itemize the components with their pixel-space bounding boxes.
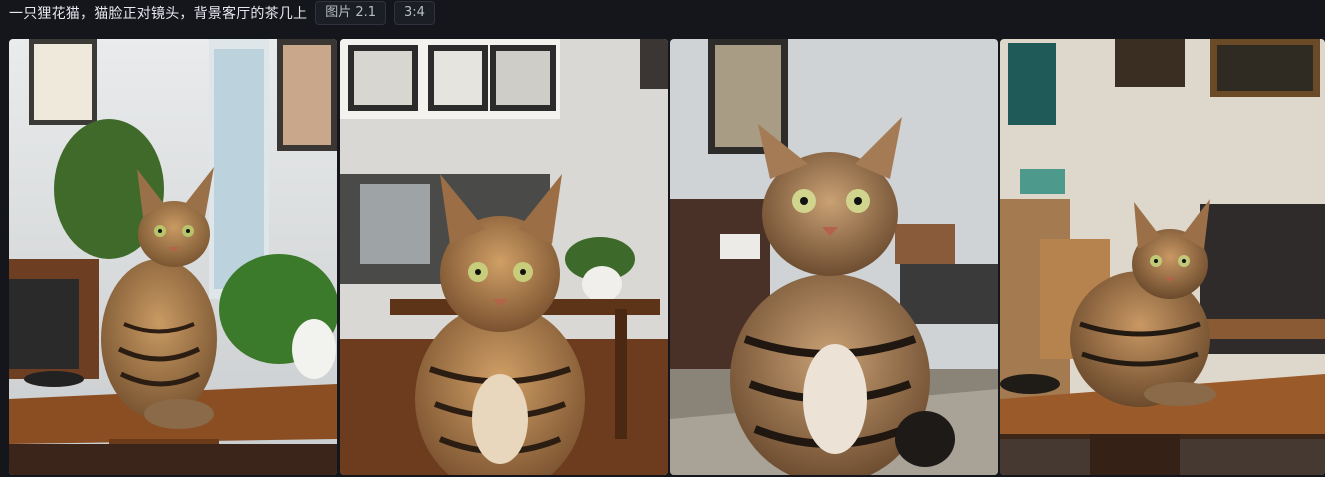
image-results-grid [9, 39, 1325, 475]
aspect-ratio-chip[interactable]: 3:4 [394, 1, 435, 25]
generated-image-4[interactable] [1000, 39, 1325, 475]
generated-image-3[interactable] [670, 39, 998, 475]
generated-image-1[interactable] [9, 39, 337, 475]
model-version-chip[interactable]: 图片 2.1 [315, 1, 387, 25]
prompt-text: 一只狸花猫，猫脸正对镜头，背景客厅的茶几上 [9, 6, 308, 22]
generated-image-2[interactable] [340, 39, 668, 475]
generation-header: 一只狸花猫，猫脸正对镜头，背景客厅的茶几上 图片 2.1 3:4 [0, 0, 1325, 26]
